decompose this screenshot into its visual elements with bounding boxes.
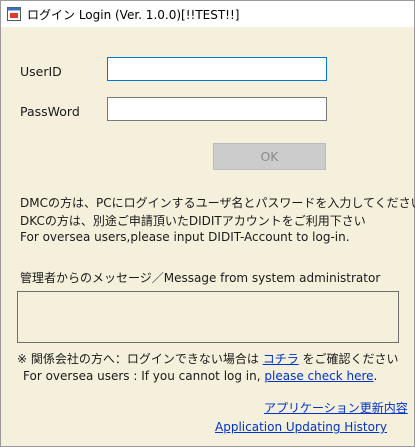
password-input[interactable] [108,98,326,120]
notice-en-suffix: . [373,369,378,383]
notice-jp-prefix: ※ 関係会社の方へ：ログインできない場合は [17,352,263,366]
info-line-dkc: DKCの方は、別途ご申請頂いたDIDITアカウントをご利用下さい [20,214,366,228]
admin-message-box[interactable] [17,291,399,343]
info-line-dmc: DMCの方は、PCにログインするユーザ名とパスワードを入力してください [20,196,415,210]
info-line-oversea: For oversea users,please input DIDIT-Acc… [20,230,350,244]
message-label: 管理者からのメッセージ／Message from system administ… [20,271,381,285]
app-window-icon [7,7,21,21]
update-history-jp-link[interactable]: アプリケーション更新内容 [264,399,408,416]
password-label: PassWord [20,104,80,119]
ok-button[interactable]: OK [213,143,326,170]
notice-en: For oversea users : If you cannot log in… [23,369,377,383]
userid-label: UserID [20,64,62,79]
notice-en-link[interactable]: please check here [264,369,373,383]
notice-en-prefix: For oversea users : If you cannot log in… [23,369,265,383]
notice-jp: ※ 関係会社の方へ：ログインできない場合は コチラ をご確認ください [17,350,399,367]
notice-jp-suffix: をご確認ください [298,352,399,366]
password-field[interactable] [107,97,327,121]
notice-jp-link[interactable]: コチラ [263,352,299,366]
window-title: ログイン Login (Ver. 1.0.0)[!!TEST!!] [27,8,240,22]
login-window: ログイン Login (Ver. 1.0.0)[!!TEST!!] UserID… [0,0,415,447]
userid-field[interactable] [107,57,327,81]
title-bar[interactable]: ログイン Login (Ver. 1.0.0)[!!TEST!!] [1,1,414,27]
update-history-en-link[interactable]: Application Updating History [215,420,387,434]
userid-input[interactable] [108,58,326,80]
